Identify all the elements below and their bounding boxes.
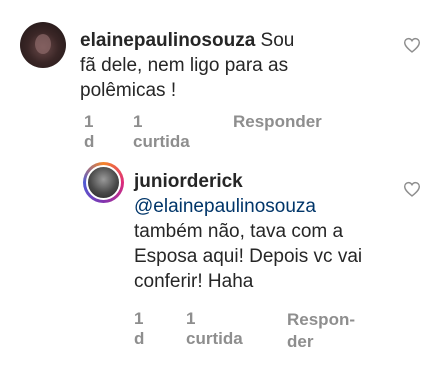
comment-likes[interactable]: 1 curtida	[133, 112, 190, 152]
comment-text-block: elainepaulinosouza Sou fã dele, nem ligo…	[80, 28, 310, 103]
comment-username[interactable]: juniorderick	[134, 171, 243, 192]
comment-text-block: juniorderick @elainepaulinosouza também …	[134, 169, 384, 294]
comment-likes[interactable]: 1 curtida	[186, 309, 243, 349]
mention-link[interactable]: @elainepaulinosouza	[134, 194, 384, 219]
avatar[interactable]	[20, 22, 66, 68]
reply-button[interactable]: Responder	[233, 112, 322, 132]
reply-button[interactable]: Respon-der	[287, 309, 367, 353]
heart-icon[interactable]	[403, 181, 421, 197]
heart-icon[interactable]	[403, 37, 421, 53]
comment-timestamp: 1 d	[134, 309, 145, 348]
comment-body: também não, tava com a Esposa aqui! Depo…	[134, 221, 363, 292]
comment-username[interactable]: elainepaulinosouza	[80, 30, 255, 51]
comment-timestamp: 1 d	[84, 112, 95, 151]
avatar[interactable]	[86, 165, 121, 200]
